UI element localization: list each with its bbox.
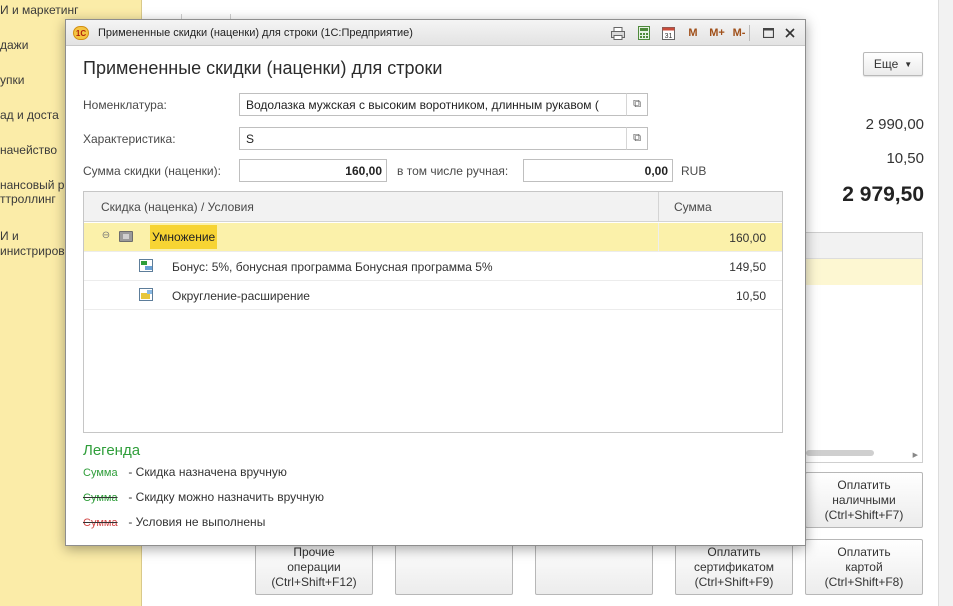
column-divider (658, 192, 659, 222)
right-scroll-strip (938, 0, 953, 606)
table-row[interactable]: Бонус: 5%, бонусная программа Бонусная п… (84, 252, 782, 281)
pay-card-button[interactable]: Оплатить картой (Ctrl+Shift+F8) (805, 539, 923, 595)
bonus-discount-icon (139, 259, 153, 272)
legend-title: Легенда (83, 442, 141, 459)
table-row[interactable]: Округление-расширение 10,50 (84, 281, 782, 310)
dialog-titlebar[interactable]: 1С Примененные скидки (наценки) для стро… (66, 20, 805, 46)
folder-icon (119, 231, 133, 242)
manual-sum-field[interactable]: 0,00 (523, 159, 673, 182)
open-characteristic-button[interactable]: ⧉ (626, 127, 648, 150)
open-icon: ⧉ (633, 98, 641, 110)
pay-certificate-button[interactable]: Оплатить сертификатом (Ctrl+Shift+F9) (675, 539, 793, 595)
payments-table: ▶ (805, 232, 923, 463)
open-nomenclature-button[interactable]: ⧉ (626, 93, 648, 116)
discount-sum-field[interactable]: 160,00 (239, 159, 387, 182)
print-icon[interactable] (609, 25, 627, 41)
discount-amount: 10,50 (886, 150, 924, 167)
sidebar-item-admin-2: инистриров (0, 244, 65, 258)
column-divider (658, 223, 659, 252)
sidebar-item-sales[interactable]: дажи (0, 38, 28, 52)
memory-plus-label: M+ (709, 27, 725, 39)
horizontal-scrollbar[interactable] (806, 450, 874, 456)
memory-minus-label: M- (732, 27, 746, 39)
legend-key-can-assign: Сумма (83, 492, 118, 504)
more-button-label: Еще (873, 57, 899, 71)
more-button[interactable]: Еще ▼ (863, 52, 923, 76)
row-sum: 160,00 (729, 231, 766, 245)
legend-key-not-met: Сумма (83, 517, 118, 529)
svg-text:31: 31 (664, 33, 672, 40)
nomenclature-field[interactable]: Водолазка мужская с высоким воротником, … (239, 93, 627, 116)
currency-label: RUB (681, 164, 707, 178)
toolbar-separator (749, 25, 750, 41)
row-sum: 10,50 (735, 289, 766, 303)
discounts-table-header: Скидка (наценка) / Условия Сумма (84, 192, 782, 222)
pay-cash-button[interactable]: Оплатить наличными (Ctrl+Shift+F7) (805, 472, 923, 528)
rounding-discount-icon (139, 288, 153, 301)
applied-discounts-dialog: 1С Примененные скидки (наценки) для стро… (65, 19, 806, 546)
discounts-table: Скидка (наценка) / Условия Сумма ⊖ Умнож… (83, 191, 783, 433)
table-row[interactable]: ⊖ Умножение 160,00 (84, 223, 782, 252)
memory-minus-button[interactable]: M- (729, 25, 749, 41)
scroll-right-icon[interactable]: ▶ (913, 451, 918, 459)
legend-item: Сумма - Условия не выполнены (83, 515, 265, 529)
payments-table-header (806, 233, 922, 259)
blank-button-2[interactable] (535, 539, 653, 595)
legend-text: - Скидку можно назначить вручную (128, 490, 324, 504)
sidebar-item-treasury[interactable]: начейство (0, 143, 57, 157)
memory-m-button[interactable]: M (686, 25, 700, 41)
sidebar-item-warehouse[interactable]: ад и доста (0, 108, 59, 122)
memory-plus-button[interactable]: M+ (706, 25, 728, 41)
sidebar-item-finance-2: ттроллинг (0, 192, 56, 206)
dialog-heading: Примененные скидки (наценки) для строки (83, 58, 443, 78)
calendar-icon[interactable]: 31 (659, 25, 677, 41)
collapse-toggle-icon[interactable]: ⊖ (101, 231, 111, 241)
other-operations-button[interactable]: Прочие операции (Ctrl+Shift+F12) (255, 539, 373, 595)
legend-item: Сумма - Скидку можно назначить вручную (83, 490, 324, 504)
row-sum: 149,50 (729, 260, 766, 274)
blank-button-1[interactable] (395, 539, 513, 595)
nomenclature-label: Номенклатура: (83, 98, 167, 112)
total-amount: 2 990,00 (865, 116, 924, 133)
legend-item: Сумма - Скидка назначена вручную (83, 465, 287, 479)
payable-amount: 2 979,50 (842, 183, 924, 206)
open-icon: ⧉ (633, 132, 641, 144)
memory-m-label: M (688, 27, 698, 39)
legend-key-manual: Сумма (83, 467, 118, 479)
row-name: Бонус: 5%, бонусная программа Бонусная п… (172, 260, 493, 274)
legend-text: - Условия не выполнены (128, 515, 266, 529)
chevron-down-icon: ▼ (904, 59, 913, 69)
sidebar-item-marketing[interactable]: И и маркетинг (0, 3, 78, 17)
manual-sum-label: в том числе ручная: (397, 164, 509, 178)
column-header-discount[interactable]: Скидка (наценка) / Условия (101, 200, 254, 214)
row-name: Округление-расширение (172, 289, 310, 303)
sidebar-item-finance[interactable]: нансовый р (0, 178, 64, 192)
discount-sum-label: Сумма скидки (наценки): (83, 164, 221, 178)
row-name: Умножение (150, 225, 218, 249)
app-logo-icon: 1С (73, 26, 89, 40)
sidebar-item-purchases[interactable]: упки (0, 73, 24, 87)
legend-text: - Скидка назначена вручную (128, 465, 287, 479)
calculator-icon[interactable] (635, 25, 653, 41)
close-icon[interactable] (782, 25, 798, 41)
maximize-icon[interactable] (760, 25, 776, 41)
window-title: Примененные скидки (наценки) для строки … (98, 27, 413, 39)
payments-table-row[interactable] (806, 259, 922, 285)
column-header-sum[interactable]: Сумма (674, 200, 712, 214)
sidebar-item-admin[interactable]: И и (0, 229, 19, 243)
characteristic-label: Характеристика: (83, 132, 176, 146)
characteristic-field[interactable]: S (239, 127, 627, 150)
